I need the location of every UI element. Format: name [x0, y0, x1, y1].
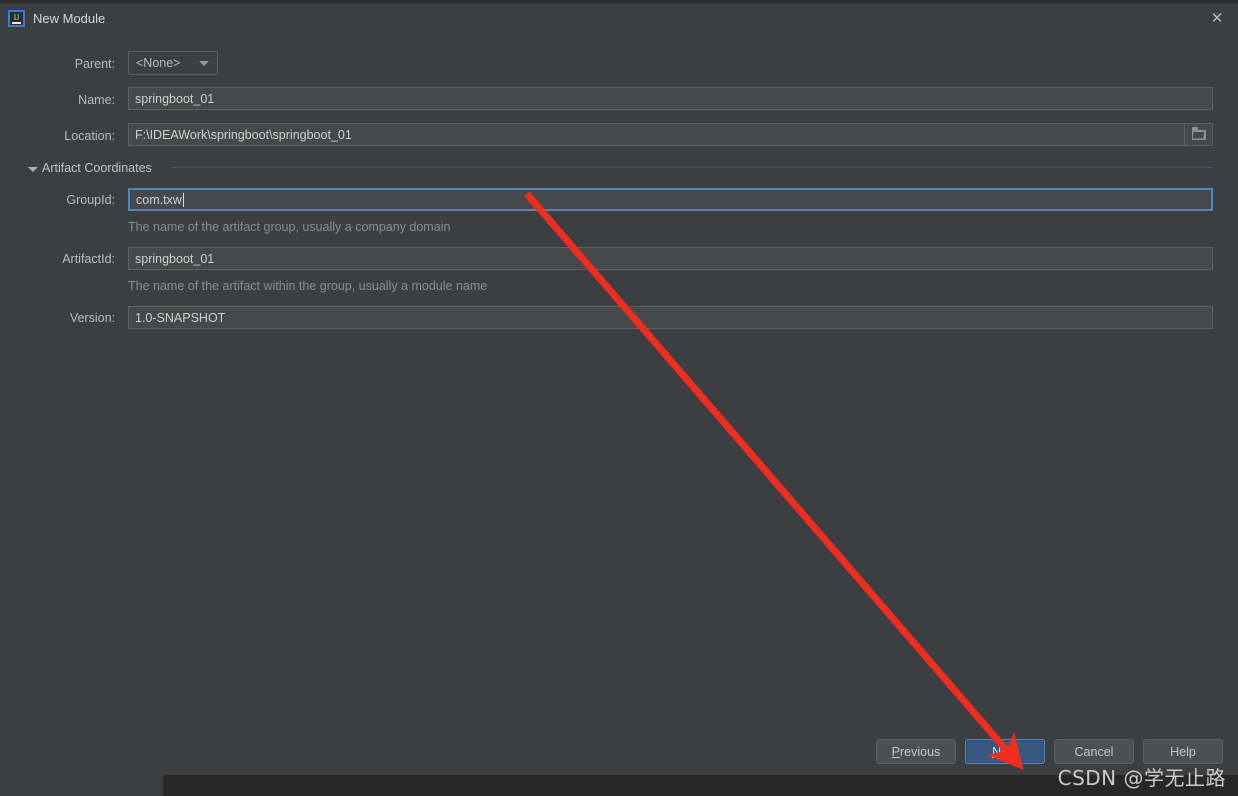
location-label: Location:	[64, 129, 115, 143]
intellij-idea-icon: IJ	[8, 10, 25, 27]
next-button-mnemonic: N	[992, 744, 1002, 759]
previous-button-label: revious	[900, 744, 941, 759]
previous-button-mnemonic: P	[891, 744, 901, 759]
text-caret	[182, 192, 184, 207]
groupid-input[interactable]: com.txw	[128, 188, 1213, 211]
previous-button[interactable]: Previous	[876, 739, 956, 764]
artifactid-input[interactable]: springboot_01	[128, 247, 1213, 270]
csdn-watermark: CSDN @学无止路	[1057, 766, 1226, 790]
chevron-down-icon	[199, 61, 209, 66]
screen-root: IJ New Module ✕ Parent: <None> Name: spr…	[0, 0, 1238, 796]
artifactid-hint: The name of the artifact within the grou…	[128, 279, 488, 293]
help-button[interactable]: Help	[1143, 739, 1223, 764]
close-icon[interactable]: ✕	[1208, 10, 1226, 28]
next-button-label: ext	[1001, 744, 1018, 759]
parent-dropdown[interactable]: <None>	[128, 51, 218, 75]
triangle-down-icon	[28, 167, 38, 172]
name-input[interactable]: springboot_01	[128, 87, 1213, 110]
location-input[interactable]: F:\IDEAWork\springboot\springboot_01	[128, 123, 1185, 146]
help-button-label: Help	[1170, 744, 1196, 759]
dialog-titlebar: IJ New Module ✕	[0, 3, 1238, 33]
artifactid-input-value: springboot_01	[135, 251, 215, 266]
parent-label: Parent:	[74, 57, 115, 71]
name-input-value: springboot_01	[135, 91, 215, 106]
version-input-value: 1.0-SNAPSHOT	[135, 310, 226, 325]
dialog-title: New Module	[33, 11, 106, 26]
artifactid-label: ArtifactId:	[62, 252, 115, 266]
version-input[interactable]: 1.0-SNAPSHOT	[128, 306, 1213, 329]
next-button[interactable]: Next	[965, 739, 1045, 764]
new-module-dialog: IJ New Module ✕ Parent: <None> Name: spr…	[0, 3, 1238, 775]
cancel-button-label: Cancel	[1074, 744, 1114, 759]
groupid-input-value: com.txw	[136, 192, 182, 207]
cancel-button[interactable]: Cancel	[1054, 739, 1134, 764]
version-label: Version:	[69, 311, 115, 325]
section-separator	[170, 167, 1214, 168]
location-input-value: F:\IDEAWork\springboot\springboot_01	[135, 127, 352, 142]
folder-icon	[1191, 126, 1206, 140]
name-label: Name:	[78, 93, 115, 107]
desktop-strip-left	[0, 775, 163, 796]
parent-dropdown-value: <None>	[136, 56, 181, 70]
artifact-coordinates-label: Artifact Coordinates	[42, 161, 152, 175]
groupid-label: GroupId:	[66, 193, 115, 207]
location-browse-button[interactable]	[1185, 123, 1213, 146]
groupid-hint: The name of the artifact group, usually …	[128, 220, 451, 234]
